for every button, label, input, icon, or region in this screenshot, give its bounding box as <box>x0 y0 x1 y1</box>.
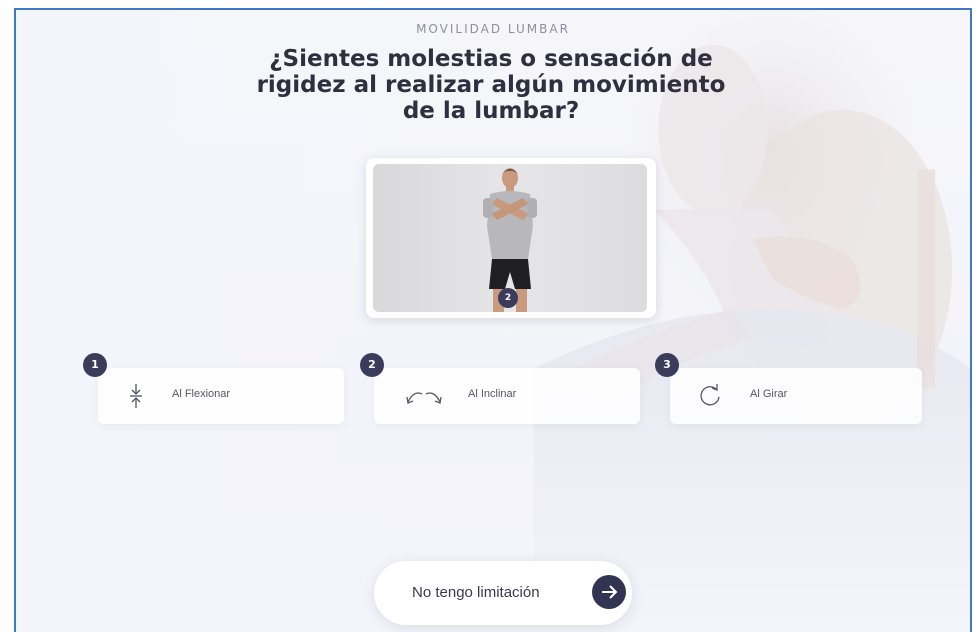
page-title: ¿Sientes molestias o sensación de rigide… <box>256 46 726 124</box>
video-card[interactable]: 2 <box>366 158 656 318</box>
option-badge-3: 3 <box>655 353 679 377</box>
exercise-video[interactable]: 2 <box>373 164 647 312</box>
option-label: Al Flexionar <box>172 388 231 400</box>
video-step-badge: 2 <box>498 288 518 308</box>
rotation-icon <box>696 382 724 410</box>
option-label: Al Girar <box>750 388 788 400</box>
option-girar[interactable]: Al Girar <box>670 368 922 424</box>
no-limitation-label: No tengo limitación <box>412 584 540 601</box>
section-eyebrow: MOVILIDAD LUMBAR <box>416 22 570 36</box>
flexion-icon <box>122 382 150 410</box>
app-frame: MOVILIDAD LUMBAR ¿Sientes molestias o se… <box>14 8 972 632</box>
option-label: Al Inclinar <box>468 388 517 400</box>
option-badge-1: 1 <box>83 353 107 377</box>
option-flexionar[interactable]: Al Flexionar <box>98 368 344 424</box>
option-inclinar[interactable]: Al Inclinar <box>374 368 640 424</box>
inclination-icon <box>404 382 444 410</box>
arrow-right-icon[interactable] <box>592 575 626 609</box>
no-limitation-button[interactable]: No tengo limitación <box>374 561 632 625</box>
option-badge-2: 2 <box>360 353 384 377</box>
